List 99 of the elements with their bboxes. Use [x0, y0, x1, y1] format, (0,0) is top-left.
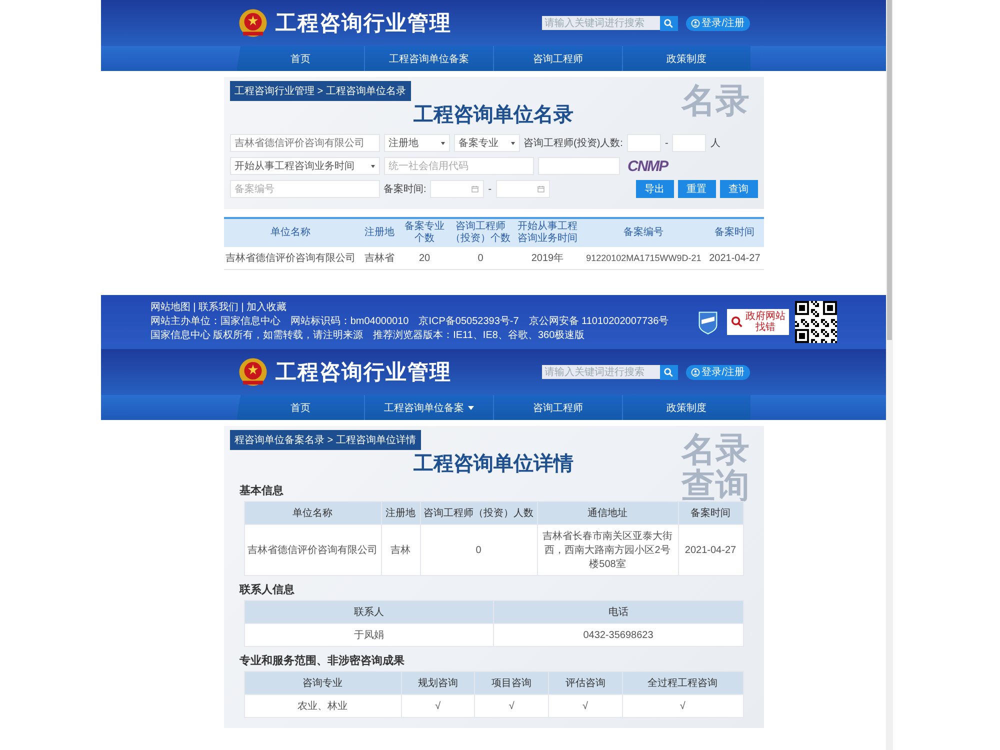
breadcrumb: 程咨询单位备案名录 > 工程咨询单位详情: [230, 430, 421, 450]
footer-text: 网站主办单位：国家信息中心 网站标识码：bm04000010 京ICP备05052393号-7 京公网安备 11010202007736号: [150, 316, 669, 328]
caret-icon: [440, 142, 444, 144]
form-label: 备案时间:: [384, 182, 426, 196]
calendar-icon: [536, 185, 545, 193]
column-header: 联系人: [244, 600, 494, 624]
column-header: 注册地: [358, 218, 402, 247]
column-header: 单位名称: [224, 218, 358, 247]
footer-text: 国家信息中心 版权所有，如需转载，请注明来源 推荐浏览器版本：IE11、IE8、谷歌、360极速版: [150, 330, 586, 342]
table-cell: 0432-35698623: [494, 624, 743, 646]
column-header: 备案专业个数: [402, 218, 448, 247]
section-heading: 基本信息: [240, 484, 284, 498]
user-icon: [690, 368, 700, 376]
scrollbar[interactable]: [886, 0, 893, 750]
section-heading: 专业和服务范围、非涉密咨询成果: [240, 654, 406, 668]
caret-icon: [370, 164, 374, 168]
column-header: 规划咨询: [401, 672, 475, 694]
search-button[interactable]: [660, 16, 678, 30]
search-icon: [663, 18, 674, 28]
footer-links: 网站地图 | 联系我们 | 加入收藏: [150, 302, 288, 314]
form-button[interactable]: 导出: [636, 180, 674, 198]
login-button[interactable]: 登录/注册: [686, 16, 750, 30]
table-cell: 吉林: [381, 524, 420, 576]
backdrop-text: 名录: [682, 83, 750, 119]
section-heading: 联系人信息: [240, 582, 296, 597]
magnifier-icon: [730, 315, 744, 329]
table-cell: 0: [448, 247, 514, 270]
breadcrumb: 工程咨询行业管理 > 工程咨询单位名录: [230, 81, 411, 101]
nav-link[interactable]: 政策制度: [622, 46, 750, 71]
column-header: 备案时间: [706, 218, 764, 247]
input-field[interactable]: 备案编号: [230, 180, 380, 198]
scrollbar-thumb[interactable]: [887, 0, 892, 340]
column-header: 开始从事工程咨询业务时间: [514, 218, 582, 247]
column-header: 咨询工程师（投资）人数: [420, 502, 537, 524]
table-cell: 0: [420, 524, 537, 576]
column-header: 备案时间: [678, 502, 743, 524]
table-cell: 农业、林业: [244, 694, 401, 718]
column-header: 项目咨询: [474, 672, 548, 694]
backdrop-text: 查询: [682, 468, 750, 504]
nav-link[interactable]: 政策制度: [622, 395, 750, 420]
government-site-badge[interactable]: 政府网站 找错: [726, 309, 789, 335]
backdrop-text: 名录: [682, 432, 750, 468]
column-header: 咨询专业: [244, 672, 401, 694]
form-label: 咨询工程师(投资)人数:: [524, 136, 623, 150]
table-cell: √: [622, 694, 743, 718]
page-title: 工程咨询单位名录: [412, 103, 574, 128]
input-field[interactable]: 吉林省德信评价咨询有限公司: [230, 134, 380, 152]
table-cell: 91220102MA1715WW9D-21: [582, 247, 706, 270]
search-button[interactable]: [660, 364, 678, 380]
user-icon: [690, 18, 700, 28]
table-cell: 20: [402, 247, 448, 270]
table-cell: 2021-04-27: [706, 247, 764, 270]
emblem-icon: [238, 8, 268, 38]
table-cell: 于凤娟: [244, 624, 494, 646]
form-button[interactable]: 查询: [720, 180, 758, 198]
caret-icon: [510, 142, 514, 144]
column-header: 全过程工程咨询: [622, 672, 743, 694]
column-header: 电话: [494, 600, 743, 624]
date-field[interactable]: [430, 180, 484, 198]
table-cell: 2019年: [514, 247, 582, 270]
calendar-icon: [471, 185, 480, 193]
form-label: 人: [710, 137, 720, 150]
table-cell: 吉林省长春市南关区亚泰大街西，西南大路南方园小区2号楼508室: [537, 524, 678, 576]
column-header: 咨询工程师（投资）个数: [448, 218, 514, 247]
table-cell: 吉林省德信评价咨询有限公司: [224, 247, 358, 270]
site-title: 工程咨询行业管理: [276, 11, 452, 37]
table-cell: 2021-04-27: [678, 524, 743, 576]
site-title: 工程咨询行业管理: [276, 360, 452, 386]
dropdown[interactable]: 开始从事工程咨询业务时间: [230, 157, 380, 175]
input-field[interactable]: [538, 157, 620, 175]
form-label: -: [664, 138, 668, 148]
input-field[interactable]: [672, 134, 706, 152]
search-field[interactable]: 请输入关键词进行搜索: [542, 16, 660, 30]
form-label: -: [488, 184, 492, 194]
column-header: 注册地: [381, 502, 420, 524]
column-header: 评估咨询: [548, 672, 622, 694]
input-field[interactable]: [626, 134, 661, 152]
date-field[interactable]: [496, 180, 550, 198]
table-cell: 吉林省德信评价咨询有限公司: [244, 524, 381, 576]
table-cell: √: [548, 694, 622, 718]
column-header: 通信地址: [537, 502, 678, 524]
login-button[interactable]: 登录/注册: [686, 364, 750, 380]
table-cell: 吉林省: [358, 247, 402, 270]
table-cell: √: [401, 694, 475, 718]
badge-subtext: 找错: [756, 322, 776, 333]
qr-code: [794, 301, 837, 343]
input-field[interactable]: 统一社会信用代码: [384, 157, 534, 175]
search-icon: [663, 366, 674, 378]
form-button[interactable]: 重置: [678, 180, 716, 198]
page-title: 工程咨询单位详情: [412, 452, 574, 477]
dropdown[interactable]: 备案专业: [454, 134, 520, 152]
dropdown[interactable]: 注册地: [384, 134, 450, 152]
badge-text: 政府网站: [746, 311, 786, 322]
captcha-image[interactable]: CNMP: [624, 158, 672, 174]
emblem-icon: [238, 357, 268, 387]
table-cell: √: [474, 694, 548, 718]
search-field[interactable]: 请输入关键词进行搜索: [542, 365, 660, 379]
column-header: 备案编号: [582, 218, 706, 247]
column-header: 单位名称: [244, 502, 381, 524]
